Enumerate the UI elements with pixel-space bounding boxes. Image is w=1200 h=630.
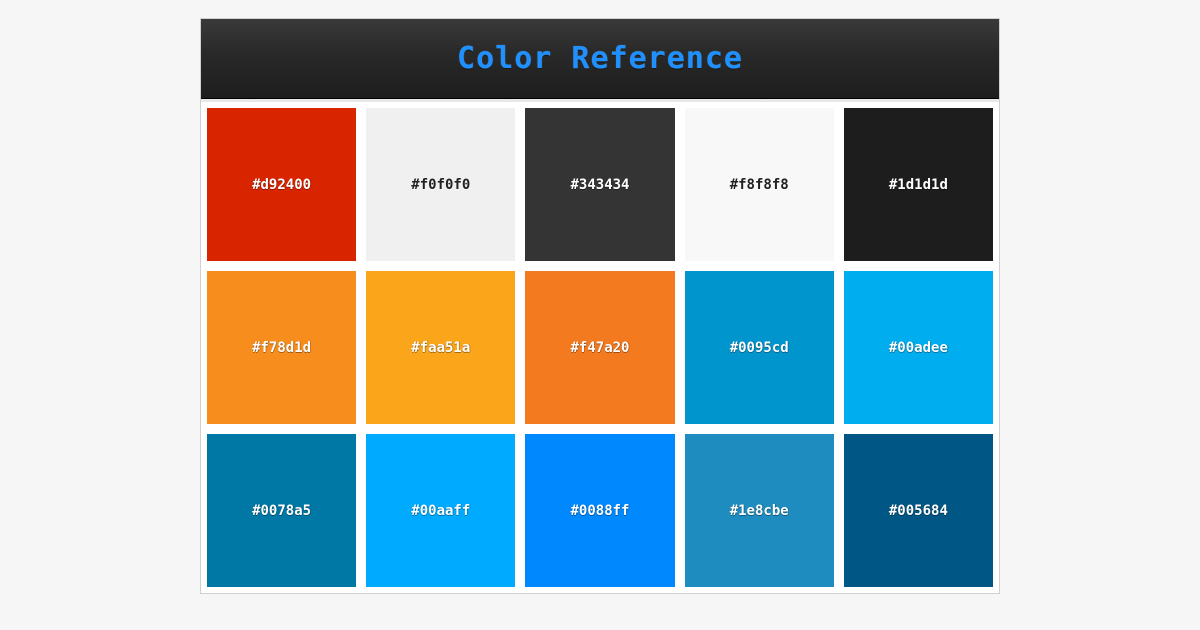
swatch-hex-label: #005684	[889, 503, 948, 519]
color-swatch: #0095cd	[685, 271, 834, 424]
color-swatch: #00aaff	[366, 434, 515, 587]
page-title: Color Reference	[211, 41, 989, 76]
swatch-hex-label: #00aaff	[411, 503, 470, 519]
color-swatch: #f0f0f0	[366, 108, 515, 261]
swatch-hex-label: #343434	[570, 177, 629, 193]
color-reference-panel: Color Reference #d92400 #f0f0f0 #343434 #f8…	[200, 18, 1000, 594]
swatch-hex-label: #0088ff	[570, 503, 629, 519]
swatch-hex-label: #f8f8f8	[730, 177, 789, 193]
color-swatch: #f78d1d	[207, 271, 356, 424]
swatch-hex-label: #f47a20	[570, 340, 629, 356]
swatch-hex-label: #1d1d1d	[889, 177, 948, 193]
color-swatch: #0088ff	[525, 434, 674, 587]
swatch-hex-label: #1e8cbe	[730, 503, 789, 519]
swatch-hex-label: #f0f0f0	[411, 177, 470, 193]
color-swatch: #d92400	[207, 108, 356, 261]
color-swatch: #343434	[525, 108, 674, 261]
color-swatch: #1e8cbe	[685, 434, 834, 587]
swatch-hex-label: #00adee	[889, 340, 948, 356]
header-bar: Color Reference	[201, 19, 999, 99]
color-swatch: #00adee	[844, 271, 993, 424]
color-swatch: #0078a5	[207, 434, 356, 587]
swatch-hex-label: #d92400	[252, 177, 311, 193]
swatch-grid-wrap: #d92400 #f0f0f0 #343434 #f8f8f8 #1d1d1d #f78d…	[201, 99, 999, 593]
swatch-hex-label: #faa51a	[411, 340, 470, 356]
swatch-hex-label: #f78d1d	[252, 340, 311, 356]
swatch-hex-label: #0078a5	[252, 503, 311, 519]
swatch-grid: #d92400 #f0f0f0 #343434 #f8f8f8 #1d1d1d #f78d…	[207, 108, 993, 587]
color-swatch: #f8f8f8	[685, 108, 834, 261]
color-swatch: #1d1d1d	[844, 108, 993, 261]
color-swatch: #faa51a	[366, 271, 515, 424]
color-swatch: #005684	[844, 434, 993, 587]
swatch-hex-label: #0095cd	[730, 340, 789, 356]
color-swatch: #f47a20	[525, 271, 674, 424]
